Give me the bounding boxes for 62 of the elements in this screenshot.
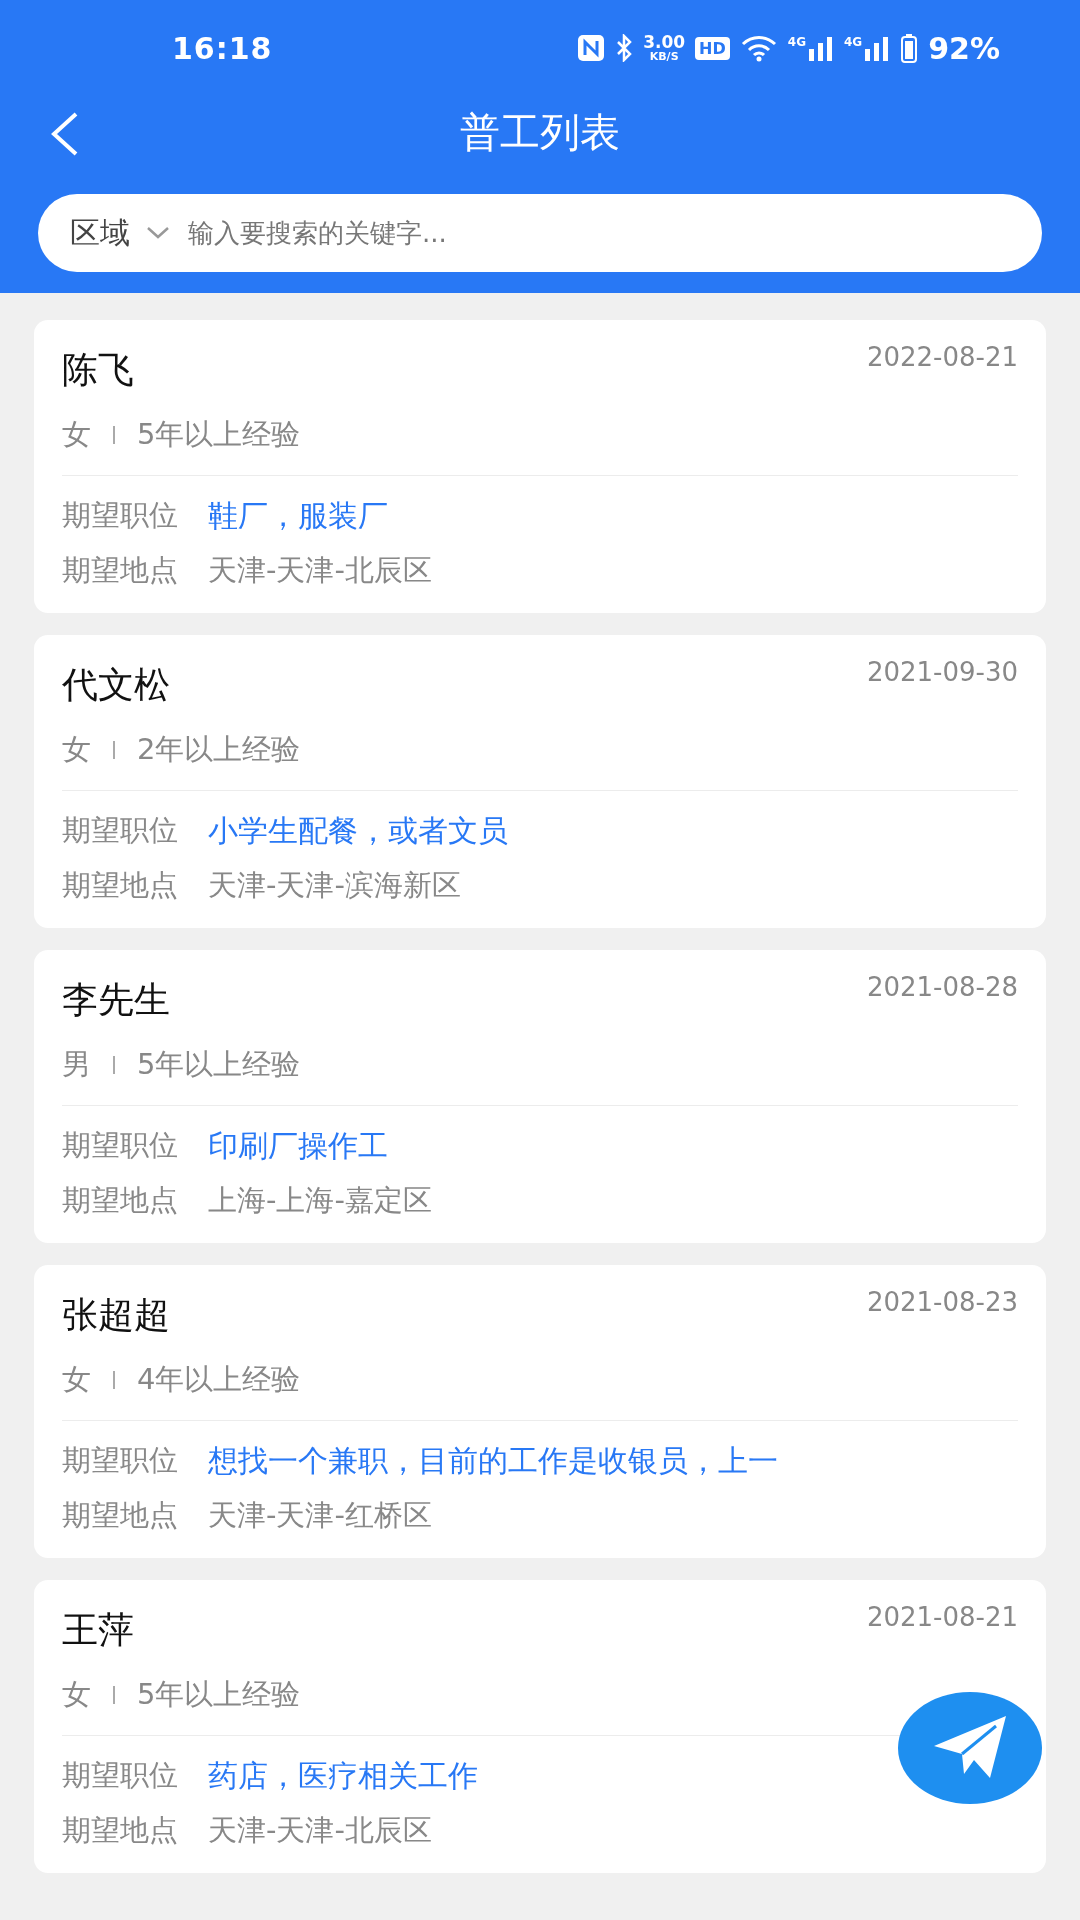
desired-location: 天津-天津-北辰区 xyxy=(208,1812,432,1849)
chevron-down-icon[interactable] xyxy=(146,226,170,240)
battery-level: 92% xyxy=(928,30,1000,66)
signal-icon xyxy=(864,35,891,61)
network-type: 4G xyxy=(787,35,806,49)
gender: 男 xyxy=(62,1046,91,1083)
network-speed: 3.00 xyxy=(643,34,686,51)
search-field[interactable]: 区域 输入要搜索的关键字... xyxy=(38,194,1042,272)
page-title: 普工列表 xyxy=(460,107,620,157)
field-label: 期望地点 xyxy=(62,552,178,589)
desired-location: 上海-上海-嘉定区 xyxy=(208,1182,432,1219)
post-date: 2021-09-30 xyxy=(866,657,1018,687)
desired-position: 鞋厂，服装厂 xyxy=(208,497,388,535)
desired-position: 小学生配餐，或者文员 xyxy=(208,812,508,850)
experience: 5年以上经验 xyxy=(137,1046,301,1083)
network-type: 4G xyxy=(844,35,863,49)
experience: 5年以上经验 xyxy=(137,1676,301,1713)
worker-name: 李先生 xyxy=(62,978,170,1022)
post-date: 2021-08-23 xyxy=(866,1287,1018,1317)
worker-card[interactable]: 代文松 2021-09-30 女 2年以上经验 期望职位 小学生配餐，或者文员 期望地点 天津-天津-滨海新区 xyxy=(34,635,1046,928)
desired-location: 天津-天津-滨海新区 xyxy=(208,867,461,904)
post-date: 2021-08-28 xyxy=(866,972,1018,1002)
speed-unit: KB/S xyxy=(649,51,679,62)
post-date: 2021-08-21 xyxy=(866,1602,1018,1632)
field-label: 期望职位 xyxy=(62,1757,178,1794)
field-label: 期望职位 xyxy=(62,1442,178,1479)
experience: 4年以上经验 xyxy=(137,1361,301,1398)
gender: 女 xyxy=(62,1361,91,1398)
field-label: 期望地点 xyxy=(62,1182,178,1219)
region-dropdown[interactable]: 区域 xyxy=(70,212,130,254)
nfc-icon xyxy=(577,34,606,62)
field-label: 期望地点 xyxy=(62,1497,178,1534)
experience: 5年以上经验 xyxy=(137,416,301,453)
worker-card[interactable]: 陈飞 2022-08-21 女 5年以上经验 期望职位 鞋厂，服装厂 期望地点 天津-天津-北辰区 xyxy=(34,320,1046,613)
desired-position: 药店，医疗相关工作 xyxy=(208,1757,478,1795)
field-label: 期望职位 xyxy=(62,1127,178,1164)
worker-card[interactable]: 王萍 2021-08-21 女 5年以上经验 期望职位 药店，医疗相关工作 期望地点 天津-天津-北辰区 xyxy=(34,1580,1046,1873)
signal-icon xyxy=(808,35,834,61)
wifi-icon xyxy=(739,34,778,62)
bluetooth-icon xyxy=(615,34,634,62)
desired-location: 天津-天津-北辰区 xyxy=(208,552,432,589)
gender: 女 xyxy=(62,416,91,453)
field-label: 期望职位 xyxy=(62,812,178,849)
experience: 2年以上经验 xyxy=(137,731,301,768)
field-label: 期望地点 xyxy=(62,867,178,904)
worker-card[interactable]: 张超超 2021-08-23 女 4年以上经验 期望职位 想找一个兼职，目前的工作是收银员，上一 期望地点 天津-天津-红桥区 xyxy=(34,1265,1046,1558)
desired-location: 天津-天津-红桥区 xyxy=(208,1497,432,1534)
gender: 女 xyxy=(62,1676,91,1713)
desired-position: 印刷厂操作工 xyxy=(208,1127,388,1165)
gender: 女 xyxy=(62,731,91,768)
worker-name: 陈飞 xyxy=(62,348,134,392)
worker-name: 代文松 xyxy=(62,663,170,707)
clock: 16:18 xyxy=(172,30,273,66)
post-date: 2022-08-21 xyxy=(866,342,1018,372)
desired-position: 想找一个兼职，目前的工作是收银员，上一 xyxy=(208,1442,778,1480)
battery-icon xyxy=(900,33,919,63)
field-label: 期望地点 xyxy=(62,1812,178,1849)
worker-card[interactable]: 李先生 2021-08-28 男 5年以上经验 期望职位 印刷厂操作工 期望地点 上海-上海-嘉定区 xyxy=(34,950,1046,1243)
worker-name: 张超超 xyxy=(62,1293,170,1337)
worker-name: 王萍 xyxy=(62,1608,134,1652)
field-label: 期望职位 xyxy=(62,497,178,534)
hd-badge: HD xyxy=(695,36,730,60)
